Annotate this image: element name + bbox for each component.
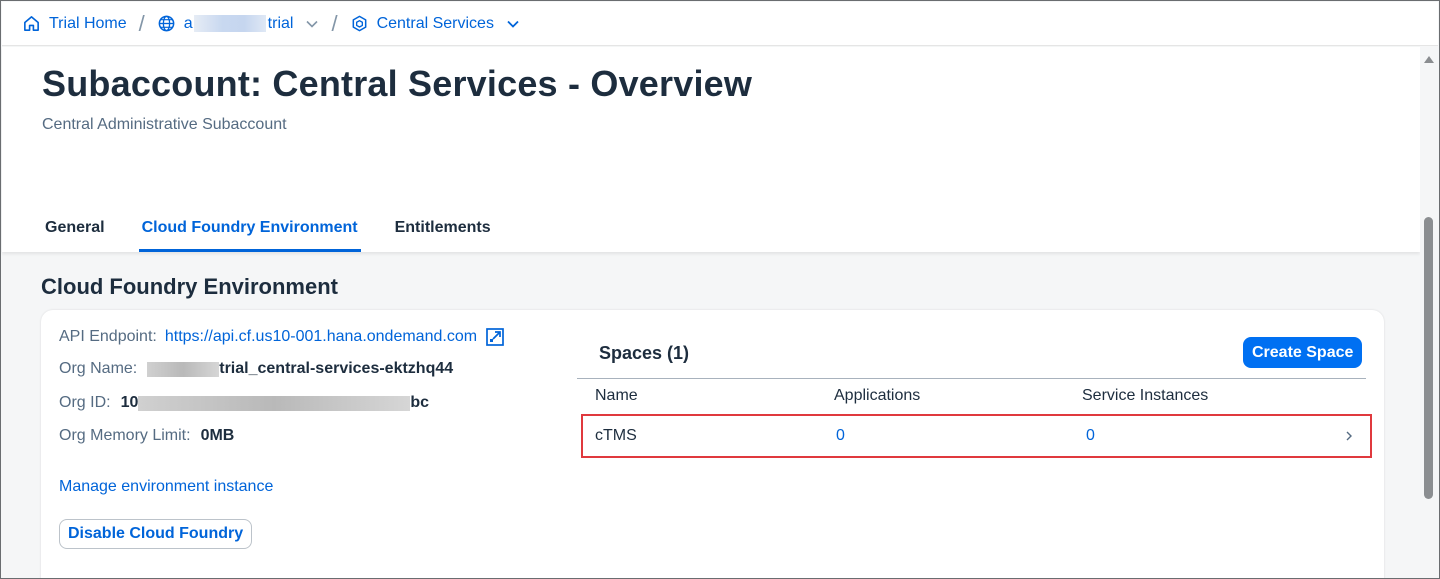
page-subtitle: Central Administrative Subaccount	[42, 116, 287, 133]
spaces-table: Name Applications Service Instances cTMS…	[577, 378, 1372, 458]
service-instances-count-link[interactable]: 0	[1086, 427, 1095, 445]
redacted-account-name	[193, 15, 266, 32]
api-endpoint-label: API Endpoint:	[59, 328, 157, 345]
breadcrumb-trial-home-label: Trial Home	[49, 14, 127, 32]
breadcrumb-global-account[interactable]: a trial	[157, 14, 320, 33]
scroll-up-arrow-icon[interactable]	[1424, 56, 1434, 63]
org-name-row: Org Name: trial_central-services-ektzhq4…	[59, 360, 453, 378]
table-row[interactable]: cTMS 0 0	[581, 414, 1372, 458]
chevron-right-icon	[1346, 431, 1352, 441]
home-icon	[24, 16, 39, 31]
breadcrumb-global-account-prefix: a	[183, 14, 193, 32]
disable-cloud-foundry-button[interactable]: Disable Cloud Foundry	[59, 519, 253, 549]
org-id-suffix: bc	[410, 394, 430, 411]
breadcrumb-global-account-suffix: trial	[267, 14, 294, 32]
table-header: Name Applications Service Instances	[577, 378, 1366, 412]
tab-general[interactable]: General	[42, 205, 108, 252]
org-memory-row: Org Memory Limit: 0MB	[59, 427, 234, 445]
redacted-org-id	[138, 395, 411, 411]
globe-icon	[158, 15, 175, 32]
subaccount-cube-icon	[352, 15, 367, 32]
breadcrumb-separator: /	[138, 10, 145, 36]
manage-environment-link[interactable]: Manage environment instance	[59, 478, 273, 496]
section-title: Cloud Foundry Environment	[41, 274, 338, 299]
spaces-title: Spaces (1)	[599, 343, 690, 363]
chevron-down-icon[interactable]	[506, 17, 520, 31]
org-memory-label: Org Memory Limit:	[59, 427, 191, 444]
environment-card: API Endpoint: https://api.cf.us10-001.ha…	[41, 310, 1384, 578]
tab-cloud-foundry-environment[interactable]: Cloud Foundry Environment	[138, 205, 361, 252]
org-name-suffix: trial_central-services-ektzhq44	[219, 360, 454, 377]
org-memory-value: 0MB	[200, 427, 235, 444]
page-title: Subaccount: Central Services - Overview	[42, 63, 753, 104]
column-header-name[interactable]: Name	[595, 387, 638, 405]
breadcrumb-trial-home[interactable]: Trial Home	[22, 14, 127, 33]
org-name-value: trial_central-services-ektzhq44	[147, 360, 453, 378]
vertical-scrollbar[interactable]	[1420, 47, 1438, 577]
org-id-label: Org ID:	[59, 394, 111, 411]
external-link-icon[interactable]	[485, 327, 505, 347]
app-frame: Trial Home / a trial / Central Services …	[0, 0, 1440, 579]
space-name-cell: cTMS	[595, 427, 637, 444]
applications-count-link[interactable]: 0	[836, 427, 845, 445]
org-id-value: 10 bc	[121, 394, 429, 412]
org-name-label: Org Name:	[59, 360, 138, 377]
breadcrumb-separator: /	[331, 10, 338, 36]
breadcrumb-subaccount[interactable]: Central Services	[350, 14, 520, 33]
breadcrumb: Trial Home / a trial / Central Services	[2, 2, 1438, 46]
column-header-service-instances[interactable]: Service Instances	[1082, 387, 1208, 405]
tab-entitlements[interactable]: Entitlements	[392, 205, 494, 252]
chevron-down-icon[interactable]	[305, 17, 319, 31]
api-endpoint-link[interactable]: https://api.cf.us10-001.hana.ondemand.co…	[165, 328, 477, 346]
breadcrumb-subaccount-label: Central Services	[376, 14, 494, 32]
redacted-org-prefix	[147, 361, 220, 377]
scroll-thumb[interactable]	[1424, 217, 1433, 499]
create-space-button[interactable]: Create Space	[1243, 337, 1363, 368]
api-endpoint-row: API Endpoint: https://api.cf.us10-001.ha…	[59, 327, 505, 347]
object-page-header: Subaccount: Central Services - Overview …	[2, 47, 1420, 252]
tab-bar: General Cloud Foundry Environment Entitl…	[42, 205, 525, 252]
org-id-prefix: 10	[120, 394, 139, 411]
org-id-row: Org ID: 10 bc	[59, 394, 429, 412]
column-header-applications[interactable]: Applications	[834, 387, 920, 405]
